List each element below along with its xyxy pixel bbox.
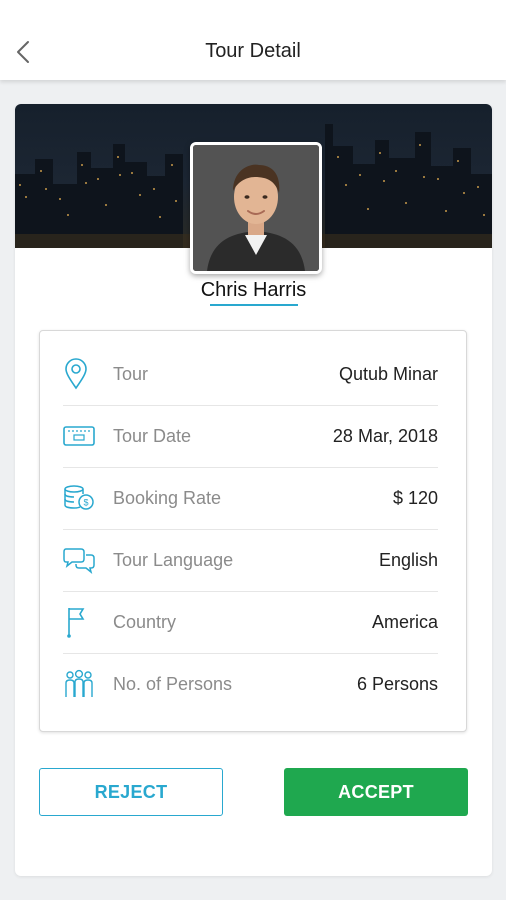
svg-text:$: $ bbox=[83, 498, 88, 508]
detail-label: Country bbox=[113, 611, 177, 632]
tour-details-panel: Tour Qutub Minar Tour Date 28 Mar, 2018 bbox=[39, 330, 467, 732]
detail-value: Qutub Minar bbox=[338, 363, 438, 384]
accept-button[interactable]: ACCEPT bbox=[284, 768, 468, 816]
page-title: Tour Detail bbox=[205, 40, 301, 62]
person-photo bbox=[193, 145, 319, 271]
people-icon bbox=[63, 667, 97, 701]
detail-value: 6 Persons bbox=[356, 673, 438, 694]
detail-row-booking-rate: $ Booking Rate $ 120 bbox=[63, 467, 438, 530]
detail-row-tour: Tour Qutub Minar bbox=[63, 343, 438, 406]
detail-value: English bbox=[378, 549, 438, 570]
top-app-bar: Tour Detail bbox=[0, 0, 506, 80]
tour-detail-card: Chris Harris Tour Qutub Minar Tour Date bbox=[15, 104, 492, 876]
name-underline bbox=[210, 304, 298, 306]
detail-label: Tour Language bbox=[113, 549, 234, 570]
map-pin-icon bbox=[63, 357, 97, 391]
detail-row-persons: No. of Persons 6 Persons bbox=[63, 653, 438, 715]
ticket-icon bbox=[63, 419, 97, 453]
detail-label: No. of Persons bbox=[113, 673, 233, 694]
chat-bubbles-icon bbox=[63, 543, 97, 577]
detail-row-tour-date: Tour Date 28 Mar, 2018 bbox=[63, 405, 438, 468]
guide-name: Chris Harris bbox=[200, 279, 307, 301]
detail-value: 28 Mar, 2018 bbox=[332, 425, 438, 446]
detail-label: Booking Rate bbox=[113, 487, 222, 508]
detail-value: $ 120 bbox=[392, 487, 438, 508]
reject-button[interactable]: REJECT bbox=[39, 768, 223, 816]
detail-row-country: Country America bbox=[63, 591, 438, 654]
detail-row-tour-language: Tour Language English bbox=[63, 529, 438, 592]
detail-label: Tour Date bbox=[113, 425, 192, 446]
avatar bbox=[190, 142, 322, 274]
detail-value: America bbox=[371, 611, 438, 632]
coins-icon: $ bbox=[63, 481, 97, 515]
detail-label: Tour bbox=[113, 363, 149, 384]
flag-icon bbox=[63, 605, 97, 639]
